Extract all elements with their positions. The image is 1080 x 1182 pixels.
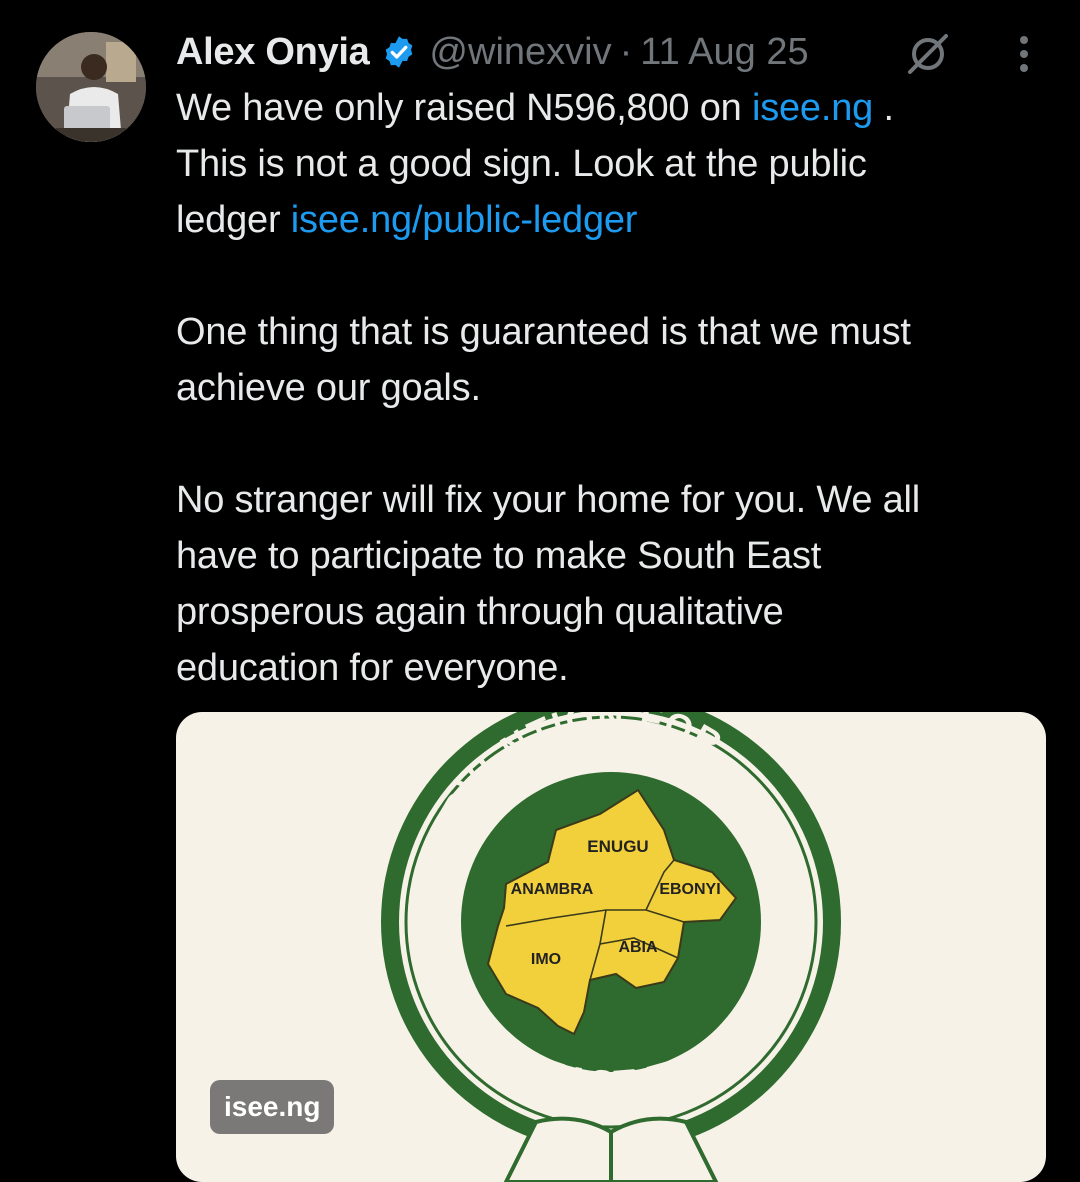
grok-icon[interactable] (904, 30, 952, 78)
map-label-abia: ABIA (618, 939, 658, 956)
separator-dot: · (619, 30, 633, 73)
author-handle[interactable]: @winexviv (429, 31, 611, 74)
card-domain-badge[interactable]: isee.ng (210, 1080, 335, 1134)
tweet-paragraph: One thing that is guaranteed is that we … (176, 311, 911, 409)
public-ledger-link[interactable]: isee.ng/public-ledger (291, 199, 638, 241)
map-label-ebonyi: EBONYI (659, 881, 720, 898)
tweet-date[interactable]: 11 Aug 25 (640, 31, 808, 74)
tweet-text-part: We have only raised N596,800 on (176, 87, 752, 129)
verified-badge-icon (381, 34, 417, 70)
author-name[interactable]: Alex Onyia (176, 31, 370, 74)
author-avatar[interactable] (36, 32, 146, 142)
more-options-icon[interactable] (1006, 32, 1042, 76)
map-label-imo: IMO (531, 951, 561, 968)
link-card-image[interactable]: ENUGU ANAMBRA EBONYI IMO ABIA INTERVENTI… (176, 712, 1046, 1182)
map-label-anambra: ANAMBRA (511, 881, 594, 898)
tweet-text: We have only raised N596,800 on isee.ng … (176, 80, 1056, 696)
isee-link[interactable]: isee.ng (752, 87, 873, 129)
map-label-enugu: ENUGU (587, 837, 648, 856)
tweet-paragraph: No stranger will fix your home for you. … (176, 479, 921, 689)
